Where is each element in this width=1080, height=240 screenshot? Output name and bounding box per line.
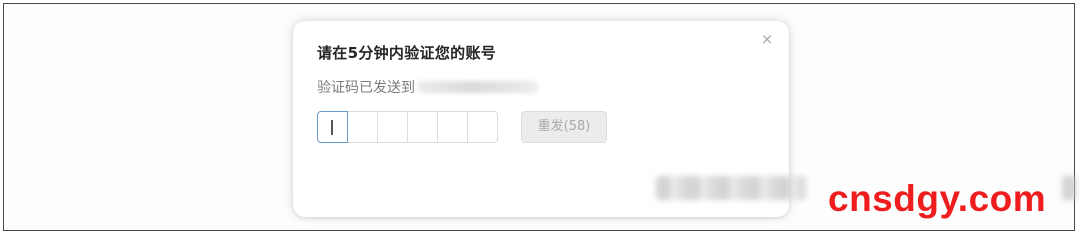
redacted-blur: [656, 176, 806, 200]
sent-to-line: 验证码已发送到: [317, 77, 538, 97]
close-icon[interactable]: ×: [759, 31, 775, 47]
code-digit-5[interactable]: [437, 111, 468, 143]
redacted-account: [418, 81, 538, 93]
resend-button[interactable]: 重发(58): [521, 111, 607, 143]
code-digit-2[interactable]: [347, 111, 378, 143]
code-digit-3[interactable]: [377, 111, 408, 143]
text-caret: [331, 120, 333, 135]
code-digit-1[interactable]: [317, 111, 348, 143]
verification-code-input: [317, 111, 498, 143]
sent-to-label: 验证码已发送到: [317, 80, 415, 96]
code-digit-4[interactable]: [407, 111, 438, 143]
redacted-blur-edge: [1062, 176, 1076, 200]
watermark: cnsdgy.com: [828, 178, 1047, 219]
dialog-title: 请在5分钟内验证您的账号: [317, 44, 497, 62]
code-digit-6[interactable]: [467, 111, 498, 143]
